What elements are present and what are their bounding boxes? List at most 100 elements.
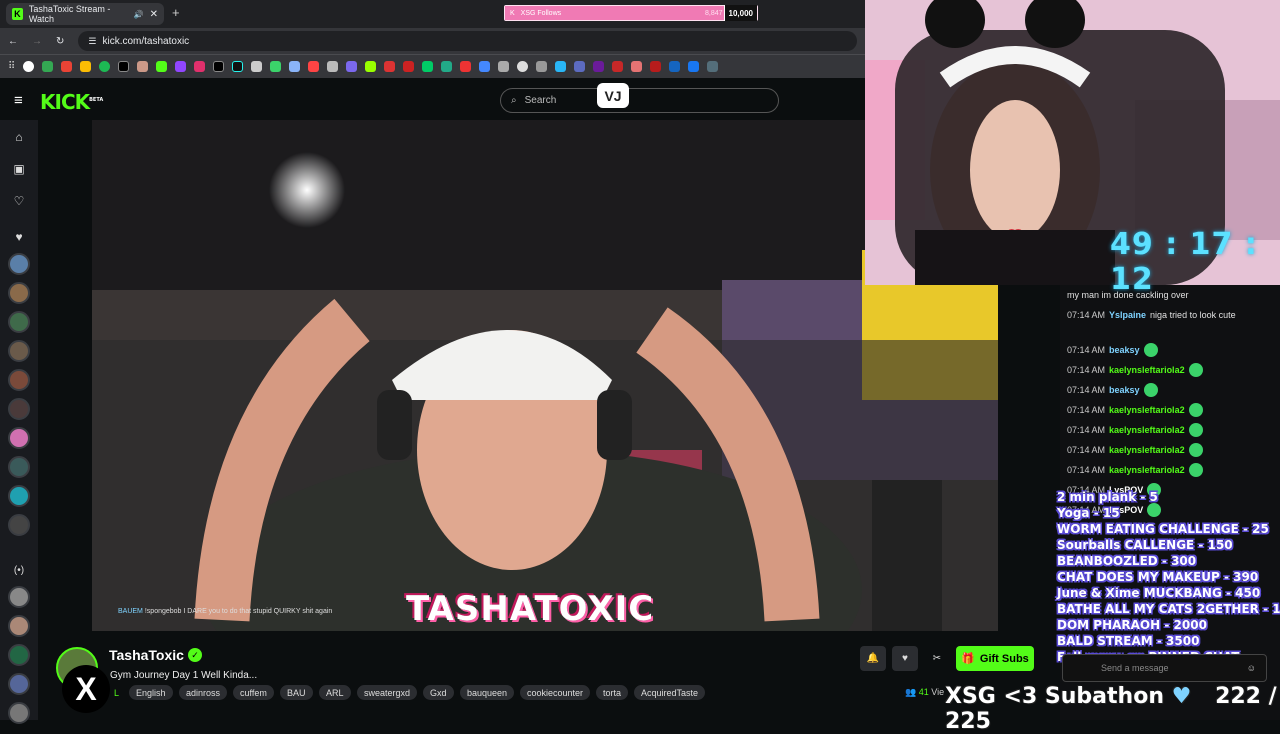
chat-username[interactable]: kaelynsleftariola2	[1109, 405, 1185, 415]
bookmark-site-icon[interactable]	[251, 61, 263, 72]
bookmark-site16-icon[interactable]	[536, 61, 548, 72]
chat-username[interactable]: beaksy	[1109, 385, 1140, 395]
recommended-channel-avatar[interactable]	[8, 615, 30, 637]
bookmark-x2-icon[interactable]	[213, 61, 225, 72]
bookmark-tiktok-icon[interactable]	[232, 61, 244, 72]
bookmark-site6-icon[interactable]	[346, 61, 358, 72]
bookmark-site23-icon[interactable]	[669, 61, 681, 72]
reload-icon[interactable]: ↻	[56, 36, 64, 47]
video-player[interactable]	[92, 120, 998, 631]
bookmark-site21-icon[interactable]	[631, 61, 643, 72]
stream-tag[interactable]: sweatergxd	[357, 685, 418, 700]
bookmark-site2-icon[interactable]	[270, 61, 282, 72]
bookmark-cat-icon[interactable]	[137, 61, 149, 72]
bookmark-x-icon[interactable]	[118, 61, 130, 72]
new-tab-button[interactable]: +	[172, 5, 180, 20]
bookmark-site19-icon[interactable]	[593, 61, 605, 72]
bookmark-site8-icon[interactable]	[384, 61, 396, 72]
followed-channel-avatar[interactable]	[8, 253, 30, 275]
followed-channel-avatar[interactable]	[8, 282, 30, 304]
chat-username[interactable]: kaelynsleftariola2	[1109, 365, 1185, 375]
bookmark-spotify-icon[interactable]	[99, 61, 111, 72]
bookmark-site20-icon[interactable]	[612, 61, 624, 72]
recommended-channel-avatar[interactable]	[8, 586, 30, 608]
search-input[interactable]: ⌕ Search	[500, 88, 779, 113]
chat-message-input[interactable]: Send a message ☺	[1062, 654, 1267, 682]
back-icon[interactable]: ←	[8, 36, 18, 47]
kick-logo[interactable]: KICKBETA	[40, 90, 103, 114]
followed-channel-avatar[interactable]	[8, 311, 30, 333]
stream-tag[interactable]: Gxd	[423, 685, 454, 700]
apps-icon[interactable]: ⠿	[8, 61, 15, 72]
chat-username[interactable]: kaelynsleftariola2	[1109, 465, 1185, 475]
bookmark-drive-icon[interactable]	[80, 61, 92, 72]
bookmark-site12-icon[interactable]	[460, 61, 472, 72]
close-tab-icon[interactable]: ✕	[150, 9, 158, 20]
followed-channel-avatar[interactable]	[8, 340, 30, 362]
category-link[interactable]: L	[114, 688, 119, 698]
stream-tag[interactable]: ARL	[319, 685, 351, 700]
chat-username[interactable]: kaelynsleftariola2	[1109, 425, 1185, 435]
bookmark-site25-icon[interactable]	[707, 61, 719, 72]
bookmark-site4-icon[interactable]	[308, 61, 320, 72]
chat-username[interactable]: kaelynsleftariola2	[1109, 445, 1185, 455]
forward-icon[interactable]: →	[32, 36, 42, 47]
url-field[interactable]: ☰ kick.com/tashatoxic	[78, 31, 857, 51]
home-icon[interactable]: ⌂	[10, 128, 28, 146]
emote-icon[interactable]: ☺	[1247, 663, 1256, 673]
x-social-icon[interactable]: X	[62, 665, 110, 713]
overlay-chat-text: !spongebob I DARE you to do that stupid …	[144, 608, 333, 615]
chat-username[interactable]: beaksy	[1109, 345, 1140, 355]
bookmark-site9-icon[interactable]	[403, 61, 415, 72]
search-icon: ⌕	[511, 95, 517, 106]
chat-username[interactable]: Yslpaine	[1109, 310, 1146, 320]
hamburger-menu-icon[interactable]: ≡	[14, 92, 23, 109]
bookmark-site3-icon[interactable]	[289, 61, 301, 72]
followed-channel-avatar[interactable]	[8, 456, 30, 478]
bookmark-site18-icon[interactable]	[574, 61, 586, 72]
bookmark-maps-icon[interactable]	[42, 61, 54, 72]
site-info-icon[interactable]: ☰	[88, 36, 96, 47]
speaker-icon[interactable]: 🔊	[134, 10, 144, 19]
stream-tag[interactable]: BAU	[280, 685, 313, 700]
stream-tag[interactable]: torta	[596, 685, 629, 700]
recommended-channel-avatar[interactable]	[8, 702, 30, 724]
clip-button[interactable]: ✂	[924, 646, 950, 671]
followed-channel-avatar[interactable]	[8, 369, 30, 391]
bookmark-site10-icon[interactable]	[422, 61, 434, 72]
bookmark-site5-icon[interactable]	[327, 61, 339, 72]
bookmark-gmail-icon[interactable]	[61, 61, 73, 72]
bookmark-instagram-icon[interactable]	[194, 61, 206, 72]
stream-tag[interactable]: English	[129, 685, 173, 700]
bookmark-site17-icon[interactable]	[555, 61, 567, 72]
follow-button[interactable]: ♥	[892, 646, 918, 671]
bookmark-site24-icon[interactable]	[688, 61, 700, 72]
bookmark-site22-icon[interactable]	[650, 61, 662, 72]
notifications-button[interactable]: 🔔	[860, 646, 886, 671]
channel-name[interactable]: TashaToxic	[109, 647, 184, 663]
following-icon[interactable]: ♡	[10, 192, 28, 210]
browser-tab[interactable]: K TashaToxic Stream - Watch 🔊 ✕	[6, 3, 164, 25]
stream-tag[interactable]: cuffem	[233, 685, 274, 700]
stream-tag[interactable]: AcquiredTaste	[634, 685, 706, 700]
followed-channel-avatar[interactable]	[8, 514, 30, 536]
followed-channel-avatar[interactable]	[8, 398, 30, 420]
stream-tag[interactable]: bauqueen	[460, 685, 515, 700]
bookmark-site11-icon[interactable]	[441, 61, 453, 72]
bookmark-twitch-icon[interactable]	[175, 61, 187, 72]
follow-goal-bar: K XSG Follows 8,847 10,000	[504, 5, 758, 21]
recommended-channel-avatar[interactable]	[8, 673, 30, 695]
bookmark-google-icon[interactable]	[23, 61, 35, 72]
recommended-channel-avatar[interactable]	[8, 644, 30, 666]
bookmark-site15-icon[interactable]	[517, 61, 529, 72]
bookmark-site14-icon[interactable]	[498, 61, 510, 72]
followed-channel-avatar[interactable]	[8, 485, 30, 507]
bookmark-site7-icon[interactable]	[365, 61, 377, 72]
bookmark-kick-icon[interactable]	[156, 61, 168, 72]
bookmark-site13-icon[interactable]	[479, 61, 491, 72]
browse-icon[interactable]: ▣	[10, 160, 28, 178]
gift-subs-button[interactable]: 🎁 Gift Subs	[956, 646, 1034, 671]
followed-channel-avatar[interactable]	[8, 427, 30, 449]
stream-tag[interactable]: adinross	[179, 685, 228, 700]
stream-tag[interactable]: cookiecounter	[520, 685, 591, 700]
